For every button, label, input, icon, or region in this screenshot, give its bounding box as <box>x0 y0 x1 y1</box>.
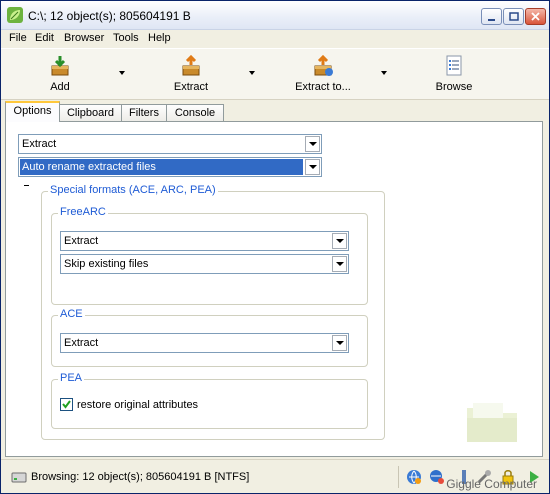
extract-to-button[interactable]: Extract to... <box>289 55 357 95</box>
restore-attributes-checkbox[interactable] <box>60 398 73 411</box>
extract-to-folder-icon <box>314 55 333 76</box>
special-formats-group: Special formats (ACE, ARC, PEA) FreeARC … <box>41 184 385 440</box>
ace-group: ACE Extract <box>51 308 368 367</box>
action-value: Extract <box>22 138 57 150</box>
extract-label: Extract <box>173 81 209 93</box>
globe-arrow-icon[interactable] <box>406 469 422 485</box>
overwrite-dropdown-button[interactable] <box>305 159 320 175</box>
ace-action-dropdown-button[interactable] <box>332 335 347 351</box>
close-button[interactable] <box>525 8 546 25</box>
chevron-down-icon <box>309 142 317 146</box>
tab-clipboard[interactable]: Clipboard <box>59 104 122 122</box>
app-window: C:\; 12 object(s); 805604191 B File Edit… <box>0 0 550 494</box>
freearc-group: FreeARC Extract Skip existing files <box>51 206 368 305</box>
freearc-overwrite-dropdown-button[interactable] <box>332 256 347 272</box>
leaf-app-icon <box>7 7 23 23</box>
pea-group: PEA restore original attributes <box>51 372 368 429</box>
folder-watermark-icon <box>467 403 517 442</box>
add-archive-icon <box>51 56 69 76</box>
window-title: C:\; 12 object(s); 805604191 B <box>28 9 191 23</box>
status-text: Browsing: 12 object(s); 805604191 B [NTF… <box>31 471 250 483</box>
extract-button[interactable]: Extract <box>165 55 217 95</box>
close-icon <box>531 12 540 21</box>
maximize-icon <box>509 12 519 21</box>
ace-title: ACE <box>58 308 85 320</box>
action-select[interactable]: Extract <box>18 134 322 154</box>
restore-attributes-label[interactable]: restore original attributes <box>77 399 198 411</box>
menu-file[interactable]: File <box>9 32 27 44</box>
ace-action-value: Extract <box>64 337 99 349</box>
collapse-toggle[interactable] <box>24 185 29 186</box>
tab-console[interactable]: Console <box>166 104 224 122</box>
ace-action-select[interactable]: Extract <box>60 333 349 353</box>
browse-label: Browse <box>435 81 473 93</box>
special-formats-title: Special formats (ACE, ARC, PEA) <box>48 184 218 196</box>
drive-icon <box>11 472 27 483</box>
chevron-down-icon <box>336 262 344 266</box>
maximize-button[interactable] <box>503 8 524 25</box>
overwrite-value: Auto rename extracted files <box>20 159 303 175</box>
chevron-down-icon <box>336 341 344 345</box>
extract-dropdown-arrow-icon[interactable] <box>247 69 257 77</box>
menu-tools[interactable]: Tools <box>113 32 139 44</box>
checkmark-icon <box>62 400 71 409</box>
freearc-overwrite-select[interactable]: Skip existing files <box>60 254 349 274</box>
freearc-action-dropdown-button[interactable] <box>332 233 347 249</box>
add-label: Add <box>50 81 70 93</box>
freearc-action-select[interactable]: Extract <box>60 231 349 251</box>
tab-options[interactable]: Options <box>5 101 60 122</box>
status-bar: Browsing: 12 object(s); 805604191 B [NTF… <box>1 459 549 493</box>
extract-to-label: Extract to... <box>295 81 351 93</box>
pea-title: PEA <box>58 372 85 384</box>
extract-archive-icon <box>182 55 200 76</box>
minimize-icon <box>488 19 495 21</box>
tab-filters[interactable]: Filters <box>121 104 167 122</box>
options-panel: Extract Auto rename extracted files Spec… <box>5 121 543 457</box>
overwrite-select[interactable]: Auto rename extracted files <box>18 157 322 177</box>
globe-search-icon[interactable] <box>429 469 445 485</box>
menu-bar: File Edit Browser Tools Help <box>1 30 549 48</box>
freearc-title: FreeARC <box>58 206 108 218</box>
toolbar: Add Extract Extract to... Browse <box>1 48 549 100</box>
title-bar[interactable]: C:\; 12 object(s); 805604191 B <box>1 1 549 30</box>
action-dropdown-button[interactable] <box>305 136 320 152</box>
menu-edit[interactable]: Edit <box>35 32 54 44</box>
add-dropdown-arrow-icon[interactable] <box>117 69 127 77</box>
minimize-button[interactable] <box>481 8 502 25</box>
menu-browser[interactable]: Browser <box>64 32 104 44</box>
status-separator <box>398 466 399 488</box>
chevron-down-icon <box>336 239 344 243</box>
extract-to-dropdown-arrow-icon[interactable] <box>379 69 389 77</box>
add-button[interactable]: Add <box>35 55 85 95</box>
menu-help[interactable]: Help <box>148 32 171 44</box>
watermark-text: Giggle Computer <box>446 477 537 491</box>
browse-list-icon <box>446 55 462 76</box>
browse-button[interactable]: Browse <box>429 55 479 95</box>
tab-strip: Options Clipboard Filters Console <box>1 100 549 122</box>
chevron-down-icon <box>309 165 317 169</box>
freearc-action-value: Extract <box>64 235 99 247</box>
freearc-overwrite-value: Skip existing files <box>64 258 149 270</box>
